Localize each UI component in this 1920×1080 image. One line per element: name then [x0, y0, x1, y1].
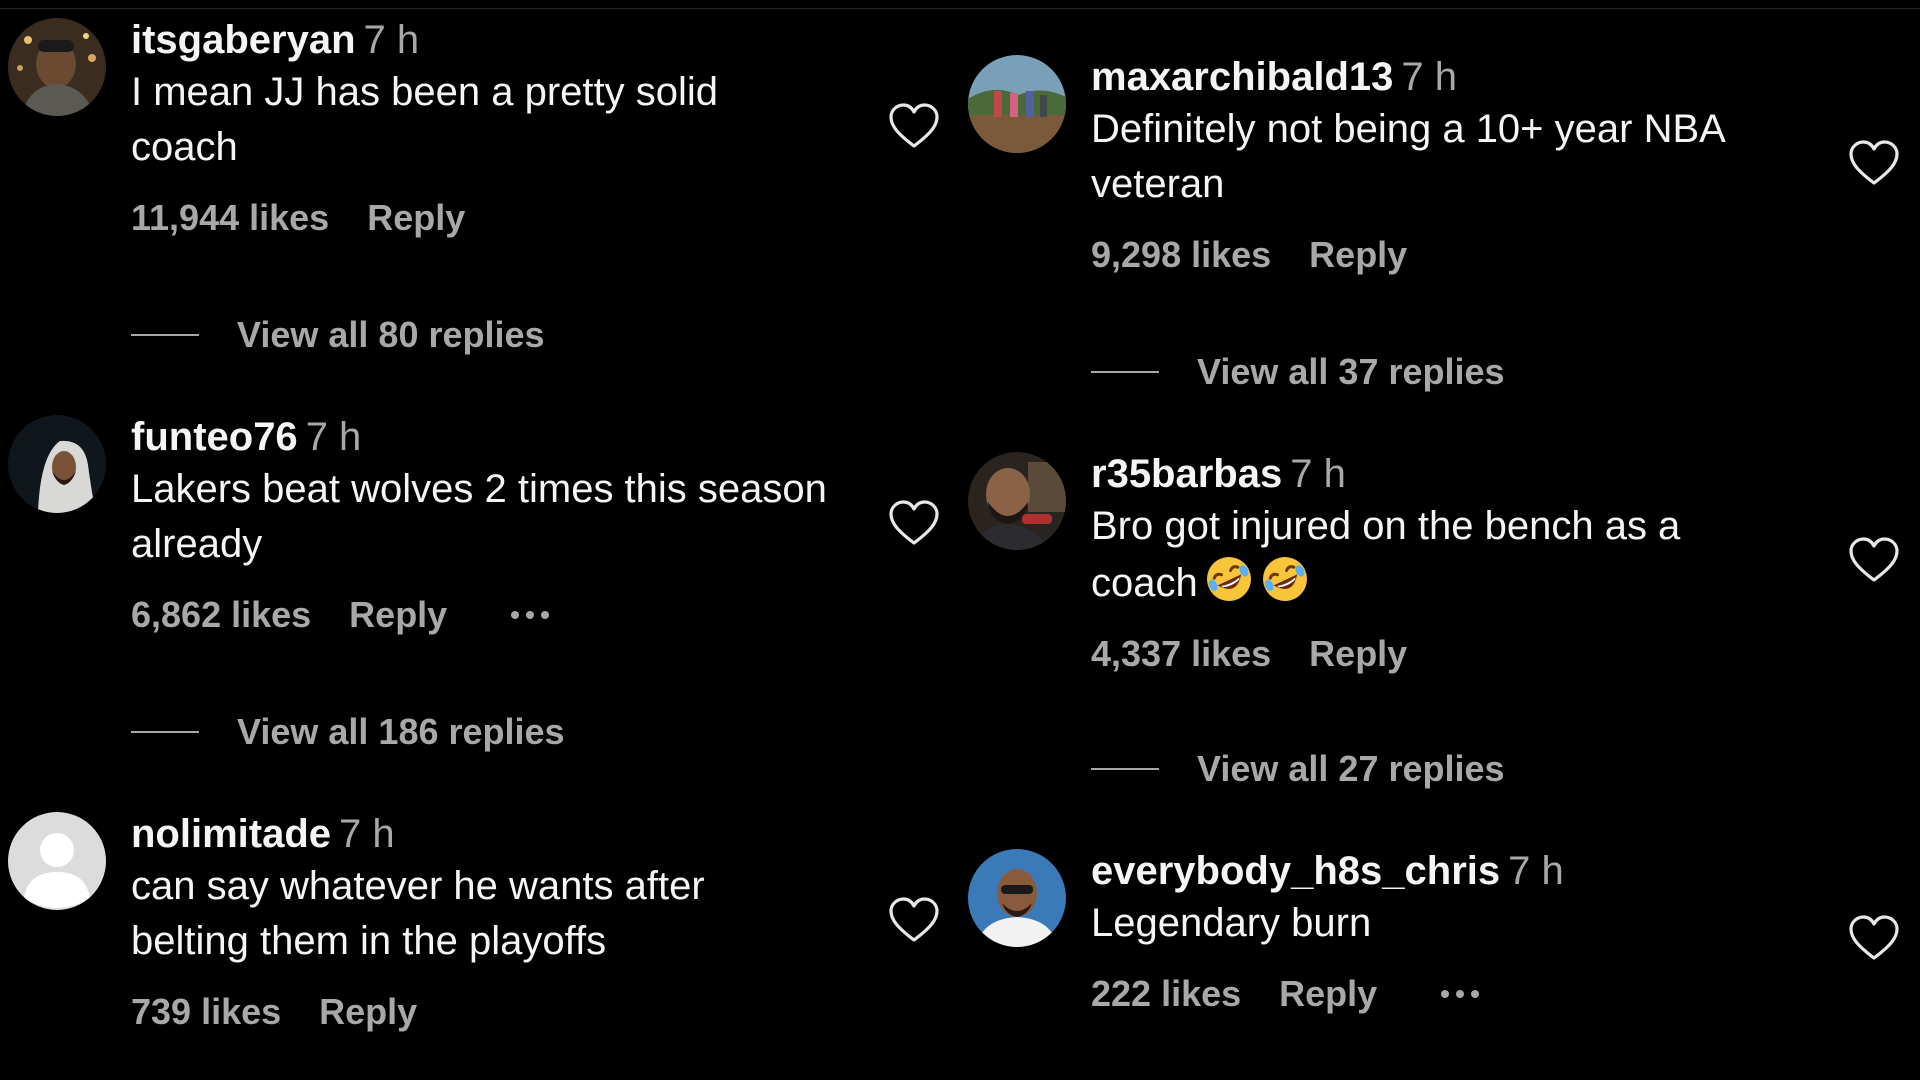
replies-divider	[1091, 768, 1159, 770]
rolling-on-floor-laughing-emoji	[1262, 557, 1307, 601]
heart-outline-icon[interactable]	[888, 102, 940, 150]
comment-content: nolimitade 7 h can say whatever he wants …	[131, 810, 831, 1033]
likes-count[interactable]: 6,862 likes	[131, 594, 311, 636]
likes-count[interactable]: 222 likes	[1091, 973, 1241, 1015]
comment-content: maxarchibald13 7 h Definitely not being a…	[1091, 53, 1791, 276]
comment-text: I mean JJ has been a pretty solid coach	[131, 70, 718, 169]
comment-text: Lakers beat wolves 2 times this season a…	[131, 467, 827, 566]
comment-username[interactable]: funteo76	[131, 415, 298, 459]
heart-outline-icon[interactable]	[1848, 914, 1900, 962]
comment-content: r35barbas 7 h Bro got injured on the benc…	[1091, 450, 1791, 675]
view-replies-label: View all 80 replies	[237, 314, 545, 355]
heart-outline-icon[interactable]	[1848, 139, 1900, 187]
comment-text: Legendary burn	[1091, 901, 1372, 945]
comment-content: itsgaberyan 7 h I mean JJ has been a pret…	[131, 16, 831, 239]
rolling-on-floor-laughing-emoji	[1206, 557, 1251, 601]
replies-divider	[1091, 371, 1159, 373]
more-horizontal-icon[interactable]	[1441, 990, 1480, 998]
comment-text: Bro got injured on the bench as a coach	[1091, 499, 1791, 611]
replies-divider	[131, 334, 199, 336]
reply-button[interactable]: Reply	[1309, 234, 1407, 276]
avatar[interactable]	[968, 452, 1066, 550]
heart-outline-icon[interactable]	[888, 499, 940, 547]
likes-count[interactable]: 9,298 likes	[1091, 234, 1271, 276]
comment-time: 7 h	[1508, 849, 1564, 893]
comment-content: everybody_h8s_chris 7 h Legendary burn 22…	[1091, 847, 1791, 1015]
likes-count[interactable]: 4,337 likes	[1091, 633, 1271, 675]
comment-time: 7 h	[305, 415, 362, 459]
view-replies-button[interactable]: View all 80 replies	[131, 314, 545, 356]
likes-count[interactable]: 739 likes	[131, 991, 281, 1033]
avatar[interactable]	[968, 55, 1066, 153]
comment-username[interactable]: everybody_h8s_chris	[1091, 849, 1500, 893]
view-replies-button[interactable]: View all 186 replies	[131, 711, 565, 753]
more-horizontal-icon[interactable]	[511, 611, 550, 619]
view-replies-label: View all 27 replies	[1197, 748, 1505, 789]
avatar[interactable]	[8, 18, 106, 116]
view-replies-button[interactable]: View all 27 replies	[1091, 748, 1505, 790]
view-replies-label: View all 186 replies	[237, 711, 565, 752]
comment-username[interactable]: itsgaberyan	[131, 18, 356, 62]
view-replies-button[interactable]: View all 37 replies	[1091, 351, 1505, 393]
reply-button[interactable]: Reply	[1279, 973, 1377, 1015]
reply-button[interactable]: Reply	[367, 197, 465, 239]
comment-time: 7 h	[1401, 55, 1457, 99]
comment-username[interactable]: maxarchibald13	[1091, 55, 1393, 99]
comment-username[interactable]: nolimitade	[131, 812, 331, 856]
reply-button[interactable]: Reply	[349, 594, 447, 636]
top-divider	[0, 8, 1920, 9]
comment-text: Definitely not being a 10+ year NBA vete…	[1091, 107, 1724, 206]
replies-divider	[131, 731, 199, 733]
heart-outline-icon[interactable]	[1848, 536, 1900, 584]
avatar[interactable]	[968, 849, 1066, 947]
heart-outline-icon[interactable]	[888, 896, 940, 944]
view-replies-label: View all 37 replies	[1197, 351, 1505, 392]
comment-time: 7 h	[339, 812, 395, 856]
comment-content: funteo76 7 h Lakers beat wolves 2 times t…	[131, 413, 831, 636]
avatar[interactable]	[8, 415, 106, 513]
comment-time: 7 h	[363, 18, 420, 62]
comment-time: 7 h	[1290, 452, 1346, 496]
comment-text-content: Bro got injured on the bench as a coach	[1091, 504, 1681, 605]
reply-button[interactable]: Reply	[1309, 633, 1407, 675]
likes-count[interactable]: 11,944 likes	[131, 197, 329, 239]
avatar[interactable]	[8, 812, 106, 910]
comment-text: can say whatever he wants after belting …	[131, 864, 705, 963]
reply-button[interactable]: Reply	[319, 991, 417, 1033]
comment-username[interactable]: r35barbas	[1091, 452, 1282, 496]
